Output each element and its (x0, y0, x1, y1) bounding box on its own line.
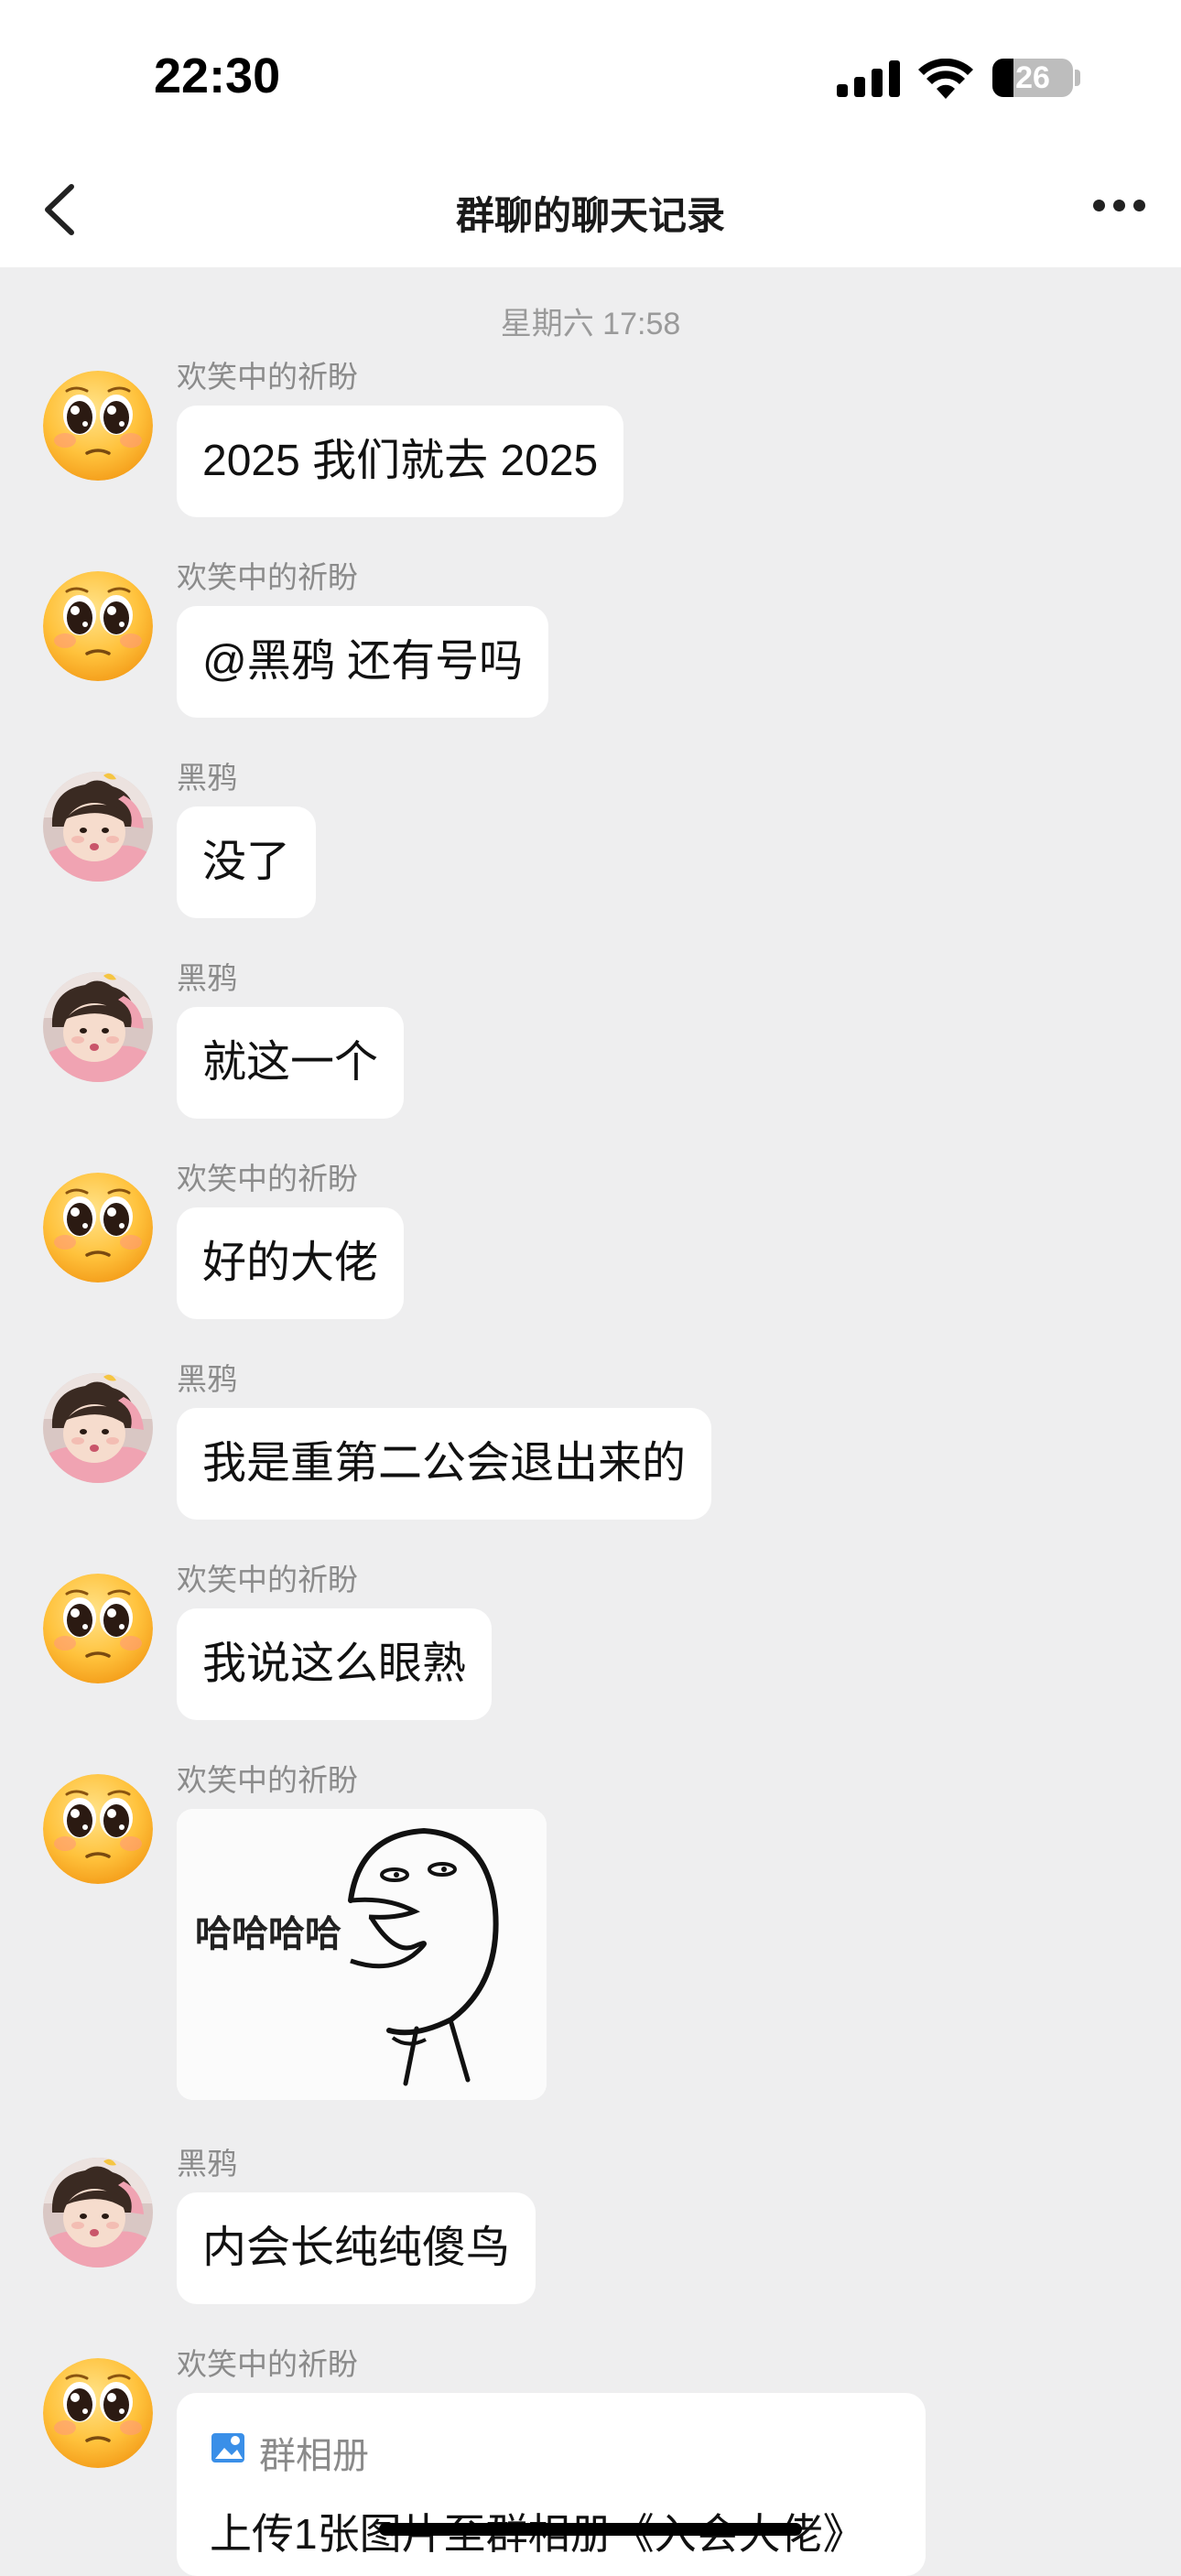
sender-name: 欢笑中的祈盼 (177, 560, 358, 594)
album-card[interactable]: 群相册 上传1张图片至群相册《入会大佬》 (177, 2393, 926, 2576)
battery-level: 26 (1015, 60, 1050, 95)
avatar[interactable] (43, 1574, 153, 1683)
avatar[interactable] (43, 972, 153, 1082)
status-bar: 22:30 26 (0, 0, 1181, 156)
nav-bar: 群聊的聊天记录 (0, 156, 1181, 267)
message-bubble[interactable]: 我是重第二公会退出来的 (177, 1408, 712, 1520)
avatar[interactable] (43, 1173, 153, 1283)
sender-name: 欢笑中的祈盼 (177, 1763, 358, 1797)
sender-name: 黑鸦 (177, 2147, 237, 2181)
sender-name: 欢笑中的祈盼 (177, 2347, 358, 2381)
image-message[interactable]: 哈哈哈哈 (177, 1809, 547, 2100)
avatar[interactable] (43, 1774, 153, 1884)
more-dots-icon[interactable] (1093, 192, 1154, 220)
message-bubble[interactable]: 没了 (177, 806, 317, 918)
message-bubble[interactable]: 好的大佬 (177, 1207, 405, 1319)
album-card-label: 群相册 (259, 2436, 369, 2476)
chat-timestamp: 星期六 17:58 (500, 307, 681, 341)
sender-name: 欢笑中的祈盼 (177, 360, 358, 394)
status-time: 22:30 (154, 49, 281, 103)
message-bubble[interactable]: 内会长纯纯傻鸟 (177, 2192, 536, 2304)
home-indicator[interactable] (379, 2523, 802, 2536)
avatar[interactable] (43, 371, 153, 481)
avatar[interactable] (43, 772, 153, 882)
message-bubble[interactable]: 我说这么眼熟 (177, 1608, 493, 1720)
avatar[interactable] (43, 2158, 153, 2268)
battery-tip (1075, 70, 1080, 86)
sender-name: 黑鸦 (177, 1362, 237, 1396)
cellular-signal-icon (837, 60, 901, 97)
meme-image: 哈哈哈哈 (177, 1809, 547, 2100)
meme-caption: 哈哈哈哈 (195, 1913, 341, 1955)
avatar[interactable] (43, 571, 153, 681)
avatar[interactable] (43, 2358, 153, 2468)
sender-name: 欢笑中的祈盼 (177, 1162, 358, 1196)
page-title: 群聊的聊天记录 (455, 194, 725, 237)
battery-icon: 26 (992, 59, 1073, 97)
message-bubble[interactable]: @黑鸦 还有号吗 (177, 606, 549, 718)
sender-name: 黑鸦 (177, 961, 237, 995)
sender-name: 欢笑中的祈盼 (177, 1563, 358, 1596)
message-bubble[interactable]: 就这一个 (177, 1007, 405, 1119)
photo-album-icon (211, 2433, 244, 2462)
avatar[interactable] (43, 1373, 153, 1483)
message-bubble[interactable]: 2025 我们就去 2025 (177, 406, 624, 517)
sender-name: 黑鸦 (177, 761, 237, 795)
wifi-icon (918, 59, 973, 99)
